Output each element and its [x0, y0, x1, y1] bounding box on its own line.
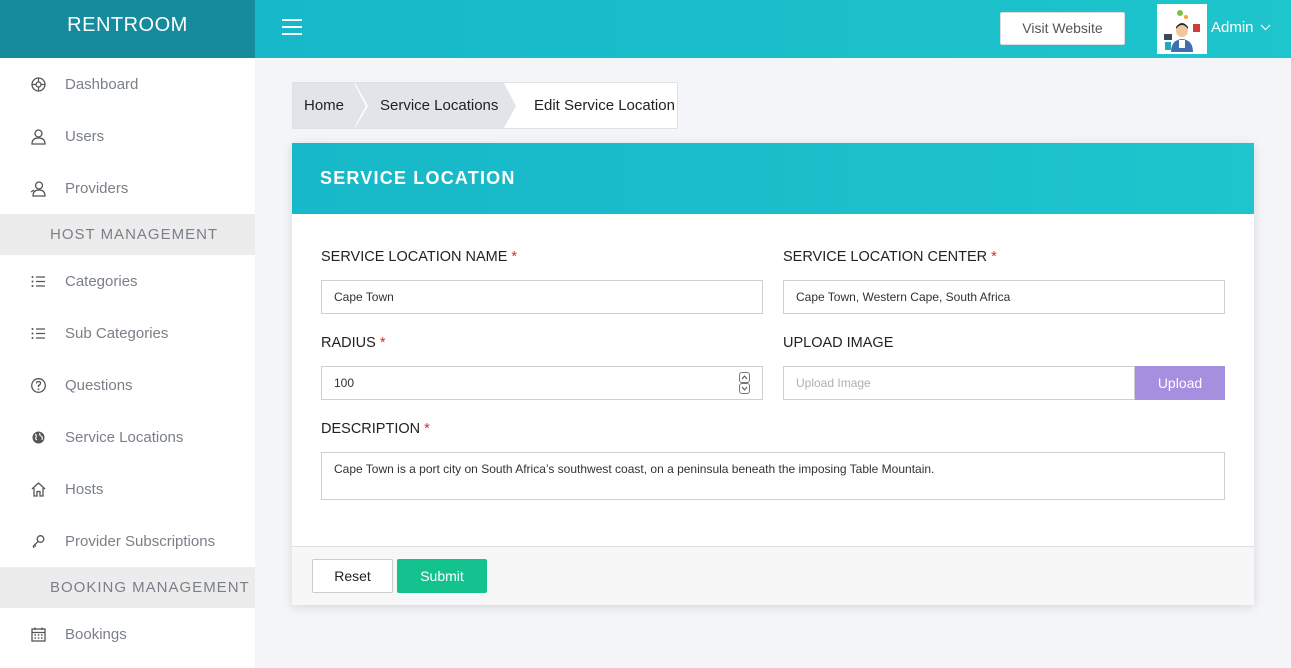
list-icon [28, 323, 48, 343]
increment-icon[interactable] [739, 372, 750, 383]
upload-image-label: UPLOAD IMAGE [783, 335, 894, 351]
number-stepper[interactable] [739, 372, 750, 394]
description-textarea[interactable]: Cape Town is a port city on South Africa… [321, 452, 1225, 500]
sidebar-item-categories[interactable]: Categories [0, 255, 255, 307]
list-icon [28, 271, 48, 291]
chevron-down-icon [1260, 24, 1270, 31]
card-title: SERVICE LOCATION [292, 143, 1254, 214]
radius-value: 100 [334, 376, 355, 390]
sidebar-item-sub-categories[interactable]: Sub Categories [0, 307, 255, 359]
user-menu[interactable]: Admin [1211, 19, 1271, 36]
breadcrumb-home[interactable]: Home [293, 83, 368, 128]
sidebar-item-label: Questions [65, 376, 133, 394]
form-actions: Reset Submit [292, 546, 1254, 605]
service-location-center-input[interactable]: Cape Town, Western Cape, South Africa [783, 280, 1225, 314]
required-mark: * [379, 335, 386, 351]
radius-input[interactable]: 100 [321, 366, 763, 400]
section-host-management: HOST MANAGEMENT [0, 214, 255, 255]
dashboard-icon [28, 74, 48, 94]
description-label: DESCRIPTION * [321, 421, 430, 437]
key-icon [28, 531, 48, 551]
sidebar-item-users[interactable]: Users [0, 110, 255, 162]
submit-button[interactable]: Submit [397, 559, 487, 593]
sidebar-item-label: Providers [65, 179, 129, 197]
sidebar-item-hosts[interactable]: Hosts [0, 463, 255, 515]
service-location-card: SERVICE LOCATION SERVICE LOCATION NAME *… [292, 143, 1254, 605]
breadcrumb: Home Service Locations Edit Service Loca… [292, 82, 678, 129]
section-booking-management: BOOKING MANAGEMENT [0, 567, 255, 608]
name-label: SERVICE LOCATION NAME * [321, 249, 518, 265]
globe-icon [28, 427, 48, 447]
brand-logo[interactable]: RENTROOM [0, 0, 255, 58]
sidebar-item-label: Sub Categories [65, 324, 169, 342]
sidebar-item-label: Service Locations [65, 428, 184, 446]
sidebar-item-label: Categories [65, 272, 138, 290]
required-mark: * [991, 249, 997, 265]
visit-website-button[interactable]: Visit Website [1000, 12, 1125, 45]
decrement-icon[interactable] [739, 383, 750, 394]
sidebar-item-providers[interactable]: Providers [0, 162, 255, 214]
avatar[interactable] [1157, 4, 1207, 54]
home-icon [28, 479, 48, 499]
breadcrumb-edit-service-location: Edit Service Location [504, 83, 677, 128]
sidebar-item-label: Dashboard [65, 75, 139, 93]
required-mark: * [424, 421, 430, 437]
sidebar-item-label: Provider Subscriptions [65, 532, 216, 550]
providers-icon [28, 178, 48, 198]
menu-toggle-icon[interactable] [282, 19, 302, 37]
sidebar: Dashboard Users Providers HOST MANAGEMEN… [0, 58, 255, 668]
radius-label: RADIUS * [321, 335, 386, 351]
sidebar-item-questions[interactable]: Questions [0, 359, 255, 411]
sidebar-item-label: Users [65, 127, 105, 145]
required-mark: * [511, 249, 518, 265]
sidebar-item-label: Bookings [65, 625, 127, 643]
sidebar-item-dashboard[interactable]: Dashboard [0, 58, 255, 110]
sidebar-item-service-locations[interactable]: Service Locations [0, 411, 255, 463]
user-icon [28, 126, 48, 146]
upload-image-input[interactable]: Upload Image [783, 366, 1135, 400]
breadcrumb-service-locations[interactable]: Service Locations [354, 83, 518, 128]
service-location-name-input[interactable]: Cape Town [321, 280, 763, 314]
calendar-icon [28, 624, 48, 644]
sidebar-item-label: Hosts [65, 480, 104, 498]
center-label: SERVICE LOCATION CENTER * [783, 249, 997, 265]
reset-button[interactable]: Reset [312, 559, 393, 593]
sidebar-item-bookings[interactable]: Bookings [0, 608, 255, 660]
user-name: Admin [1211, 19, 1254, 36]
upload-button[interactable]: Upload [1135, 366, 1225, 400]
question-icon [28, 375, 48, 395]
sidebar-item-provider-subscriptions[interactable]: Provider Subscriptions [0, 515, 255, 567]
topbar: Visit Website Admin [255, 0, 1291, 58]
